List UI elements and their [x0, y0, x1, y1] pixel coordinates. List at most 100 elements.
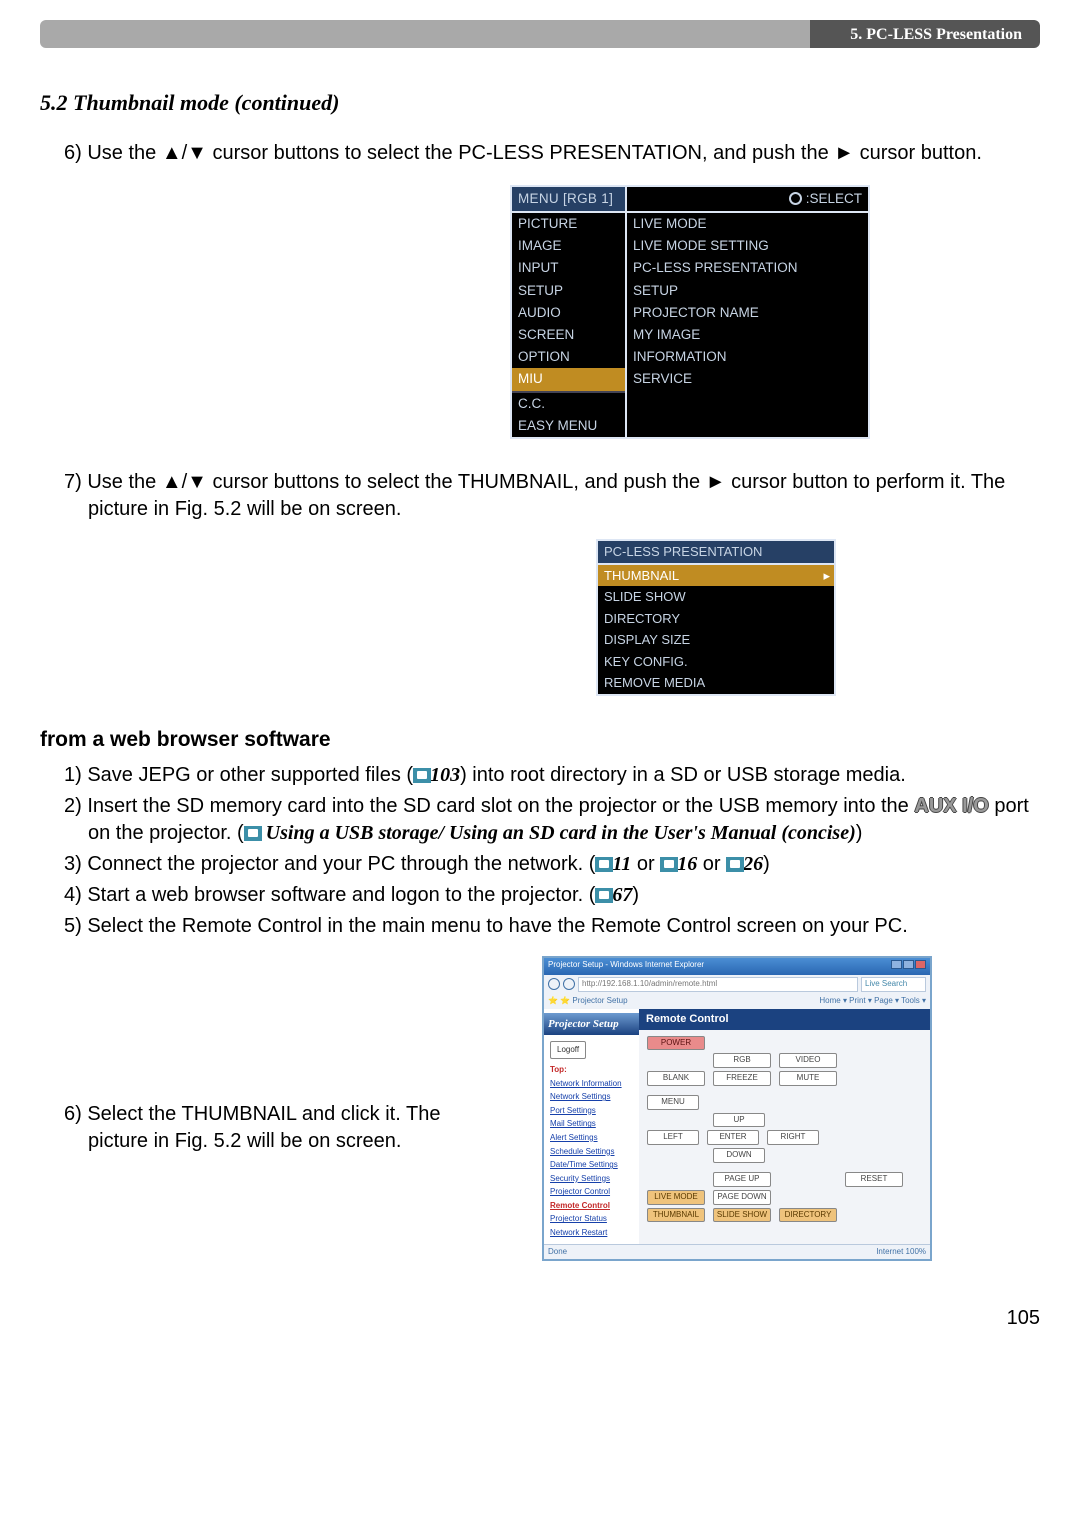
down-button: DOWN [713, 1148, 765, 1163]
sidebar-title: Projector Setup [544, 1013, 639, 1036]
web-sidebar: Projector Setup Logoff Top: Network Info… [544, 1009, 639, 1244]
menu1-left-column: PICTUREIMAGEINPUTSETUPAUDIOSCREENOPTIONM… [512, 213, 627, 437]
menu2-item: DIRECTORY [598, 608, 834, 630]
aux-io-label: AUX I/O [914, 795, 988, 817]
menu1-sub-item: LIVE MODE [627, 213, 868, 235]
menu1-sub-item: PC-LESS PRESENTATION [627, 257, 868, 279]
remote-control-panel: Remote Control POWER RGB VIDEO BLANK FREEZ… [639, 1009, 930, 1244]
sidebar-link: Remote Control [550, 1199, 633, 1213]
step-6: 6) Use the ▲/▼ cursor buttons to select … [64, 140, 1040, 167]
browser-addressbar: http://192.168.1.10/admin/remote.html Li… [544, 975, 930, 994]
freeze-button: FREEZE [713, 1071, 771, 1086]
up-button: UP [713, 1113, 765, 1128]
thumbnail-button: THUMBNAIL [647, 1208, 705, 1223]
menu1-item: SETUP [512, 280, 625, 302]
mute-button: MUTE [779, 1071, 837, 1086]
logoff-button: Logoff [550, 1041, 586, 1059]
web-step-2: 2) Insert the SD memory card into the SD… [64, 793, 1040, 847]
slideshow-button: SLIDE SHOW [713, 1208, 771, 1223]
livemode-button: LIVE MODE [647, 1190, 705, 1205]
projector-menu-screenshot-2: PC-LESS PRESENTATION THUMBNAILSLIDE SHOW… [596, 539, 836, 696]
web-step-6: 6) Select the THUMBNAIL and click it. Th… [64, 1101, 484, 1155]
web-step-3: 3) Connect the projector and your PC thr… [64, 851, 1040, 878]
directory-button: DIRECTORY [779, 1208, 837, 1223]
browser-statusbar: Done Internet 100% [544, 1244, 930, 1260]
forward-icon [563, 978, 575, 990]
menu-button: MENU [647, 1095, 699, 1110]
web-step-4: 4) Start a web browser software and logo… [64, 882, 1040, 909]
web-subheading: from a web browser software [40, 726, 1040, 754]
menu1-item: IMAGE [512, 235, 625, 257]
page-number: 105 [40, 1305, 1040, 1332]
browser-tabstrip: ⭐ ⭐ Projector Setup Home ▾ Print ▾ Page … [544, 994, 930, 1009]
menu1-sub-item: SETUP [627, 280, 868, 302]
menu2-item: KEY CONFIG. [598, 651, 834, 673]
sidebar-link: Alert Settings [550, 1131, 633, 1145]
window-buttons [890, 960, 926, 973]
book-icon [595, 857, 613, 872]
chapter-label: 5. PC-LESS Presentation [810, 20, 1040, 48]
reset-button: RESET [845, 1172, 903, 1187]
left-button: LEFT [647, 1130, 699, 1145]
sidebar-link: Network Settings [550, 1090, 633, 1104]
menu2-item: SLIDE SHOW [598, 586, 834, 608]
projector-menu-screenshot-1: MENU [RGB 1] :SELECT PICTUREIMAGEINPUTSE… [510, 185, 870, 439]
menu1-sub-item: LIVE MODE SETTING [627, 235, 868, 257]
sidebar-link: Date/Time Settings [550, 1158, 633, 1172]
menu1-item: PICTURE [512, 213, 625, 235]
browser-titlebar: Projector Setup - Windows Internet Explo… [544, 958, 930, 975]
sidebar-link: Mail Settings [550, 1117, 633, 1131]
url-field: http://192.168.1.10/admin/remote.html [578, 977, 858, 992]
sidebar-top-label: Top: [550, 1063, 633, 1077]
select-icon [789, 192, 802, 205]
menu1-sub-item: INFORMATION [627, 346, 868, 368]
menu2-item: REMOVE MEDIA [598, 672, 834, 694]
blank-button: BLANK [647, 1071, 705, 1086]
search-field: Live Search [861, 977, 926, 992]
video-button: VIDEO [779, 1053, 837, 1068]
book-icon [413, 768, 431, 783]
enter-button: ENTER [707, 1130, 759, 1145]
book-icon [595, 888, 613, 903]
book-icon [660, 857, 678, 872]
browser-title: Projector Setup - Windows Internet Explo… [548, 960, 704, 973]
menu1-right-column: LIVE MODELIVE MODE SETTINGPC-LESS PRESEN… [627, 213, 868, 437]
pageup-button: PAGE UP [713, 1172, 771, 1187]
menu2-head: PC-LESS PRESENTATION [598, 541, 834, 565]
chapter-header-bar: 5. PC-LESS Presentation [40, 20, 1040, 48]
sidebar-link: Security Settings [550, 1172, 633, 1186]
menu1-title-right: :SELECT [627, 187, 868, 211]
right-button: RIGHT [767, 1130, 819, 1145]
sidebar-link: Projector Control [550, 1185, 633, 1199]
menu1-item: SCREEN [512, 324, 625, 346]
menu1-item: AUDIO [512, 302, 625, 324]
menu1-sub-item: MY IMAGE [627, 324, 868, 346]
menu1-item: C.C. [512, 391, 625, 415]
web-step-1: 1) Save JEPG or other supported files (1… [64, 762, 1040, 789]
menu1-item: INPUT [512, 257, 625, 279]
menu1-item: EASY MENU [512, 415, 625, 437]
section-heading: 5.2 Thumbnail mode (continued) [40, 88, 1040, 118]
sidebar-link: Network Restart [550, 1226, 633, 1240]
rgb-button: RGB [713, 1053, 771, 1068]
menu1-sub-item: SERVICE [627, 368, 868, 390]
sidebar-link: Projector Status [550, 1212, 633, 1226]
book-icon [726, 857, 744, 872]
menu2-item: DISPLAY SIZE [598, 629, 834, 651]
sidebar-link: Schedule Settings [550, 1145, 633, 1159]
sidebar-link: Network Information [550, 1077, 633, 1091]
power-button: POWER [647, 1036, 705, 1051]
browser-screenshot: Projector Setup - Windows Internet Explo… [542, 956, 932, 1261]
menu1-title-left: MENU [RGB 1] [512, 187, 627, 211]
pagedown-button: PAGE DOWN [713, 1190, 771, 1205]
step-7: 7) Use the ▲/▼ cursor buttons to select … [64, 469, 1040, 523]
menu1-item: OPTION [512, 346, 625, 368]
back-icon [548, 978, 560, 990]
panel-heading: Remote Control [639, 1009, 930, 1030]
menu1-item: MIU [512, 368, 625, 390]
menu2-item: THUMBNAIL [598, 565, 834, 587]
menu1-sub-item: PROJECTOR NAME [627, 302, 868, 324]
menu1-titlebar: MENU [RGB 1] :SELECT [512, 187, 868, 213]
book-icon [244, 826, 262, 841]
web-step-5: 5) Select the Remote Control in the main… [64, 913, 1040, 940]
